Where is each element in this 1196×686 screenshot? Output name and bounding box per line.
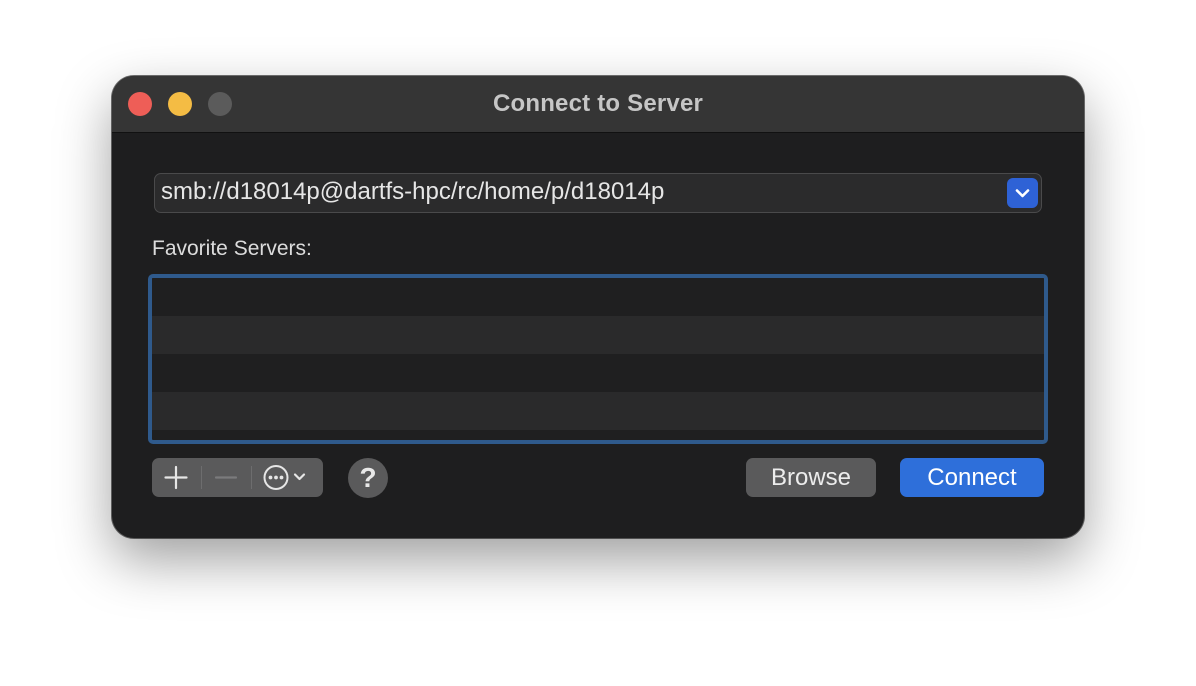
title-bar[interactable]: Connect to Server	[112, 76, 1084, 133]
remove-favorite-button[interactable]	[202, 458, 250, 497]
connect-to-server-window: Connect to Server smb://d18014p@dartfs-h…	[112, 76, 1084, 538]
connect-button[interactable]: Connect	[900, 458, 1044, 497]
server-address-field[interactable]: smb://d18014p@dartfs-hpc/rc/home/p/d1801…	[154, 173, 1042, 213]
favorites-segmented-control	[152, 458, 323, 497]
favorite-servers-label: Favorite Servers:	[152, 237, 312, 260]
favorite-servers-list[interactable]	[148, 274, 1048, 444]
more-actions-menu-button[interactable]	[252, 458, 323, 497]
add-favorite-button[interactable]	[152, 458, 200, 497]
recent-servers-dropdown-button[interactable]	[1007, 178, 1038, 208]
server-address-value[interactable]: smb://d18014p@dartfs-hpc/rc/home/p/d1801…	[161, 178, 664, 206]
minus-icon	[214, 476, 238, 479]
help-button[interactable]: ?	[348, 458, 388, 498]
list-item[interactable]	[152, 316, 1044, 354]
chevron-down-icon	[1015, 189, 1030, 198]
window-title: Connect to Server	[492, 90, 704, 117]
browse-button[interactable]: Browse	[746, 458, 876, 497]
list-item[interactable]	[152, 392, 1044, 430]
list-item[interactable]	[152, 278, 1044, 316]
plus-icon	[164, 465, 188, 490]
list-item[interactable]	[152, 354, 1044, 392]
ellipsis-circle-icon	[263, 465, 306, 490]
